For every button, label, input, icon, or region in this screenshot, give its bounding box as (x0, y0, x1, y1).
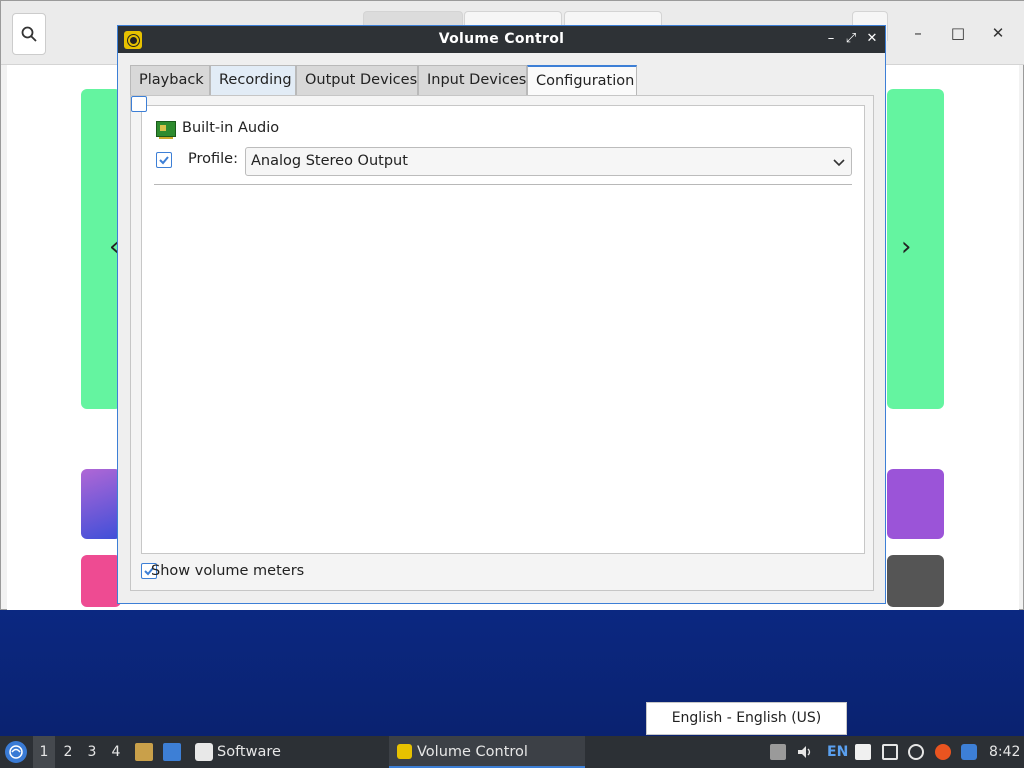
network-icon[interactable] (882, 744, 898, 760)
keyboard-layout-indicator[interactable]: EN (827, 736, 848, 768)
close-button[interactable]: ✕ (863, 30, 881, 48)
start-menu-button[interactable] (5, 741, 27, 763)
checkmark-icon (159, 156, 169, 165)
software-maximize-button[interactable]: □ (948, 23, 968, 43)
show-desktop-icon[interactable] (163, 743, 181, 761)
tab-playback[interactable]: Playback (130, 65, 210, 96)
profile-selected-value: Analog Stereo Output (251, 153, 408, 169)
workspace-3[interactable]: 3 (81, 736, 103, 768)
taskbar-app-label: Software (217, 744, 281, 760)
software-center-icon (195, 743, 213, 761)
chevron-down-icon (833, 159, 845, 167)
taskbar-app-label: Volume Control (417, 744, 528, 760)
featured-banner-right[interactable] (887, 89, 944, 409)
tab-configuration[interactable]: Configuration (527, 65, 637, 97)
configuration-panel: Built-in Audio Profile: Analog Stereo Ou… (130, 95, 874, 591)
workspace-4[interactable]: 4 (105, 736, 127, 768)
window-title: Volume Control (438, 31, 565, 47)
tray-expander-icon[interactable] (770, 744, 786, 760)
clipboard-icon[interactable] (855, 744, 871, 760)
divider (154, 184, 852, 185)
category-tile[interactable] (81, 555, 121, 607)
workspace-2[interactable]: 2 (57, 736, 79, 768)
search-button[interactable] (12, 13, 46, 55)
keyboard-layout-tooltip: English - English (US) (646, 702, 847, 735)
software-close-button[interactable]: ✕ (988, 23, 1008, 43)
tab-input-devices[interactable]: Input Devices (418, 65, 527, 96)
workspace-1[interactable]: 1 (33, 736, 55, 768)
volume-icon[interactable] (797, 744, 813, 760)
taskbar: 1 2 3 4 Software Volume Control EN 8:42 (0, 736, 1024, 768)
category-tile[interactable] (887, 555, 944, 607)
search-icon (21, 26, 37, 42)
clock[interactable]: 8:42 (989, 736, 1020, 768)
category-tile[interactable] (887, 469, 944, 539)
taskbar-app-volume-control[interactable]: Volume Control (389, 736, 585, 768)
carousel-next-button[interactable]: › (901, 232, 911, 262)
volume-control-icon (397, 744, 412, 759)
device-enabled-checkbox[interactable] (156, 152, 172, 168)
profile-label: Profile: (188, 151, 238, 167)
sound-card-icon (156, 121, 176, 139)
titlebar[interactable]: Volume Control – ⤢ ✕ (118, 26, 885, 53)
tab-recording[interactable]: Recording (210, 65, 296, 96)
minimize-button[interactable]: – (822, 30, 840, 48)
software-minimize-button[interactable]: – (908, 23, 928, 43)
device-list: Built-in Audio Profile: Analog Stereo Ou… (141, 105, 865, 554)
lubuntu-logo-icon (9, 745, 23, 759)
volume-control-window: Volume Control – ⤢ ✕ Playback Recording … (117, 25, 886, 604)
tab-output-devices[interactable]: Output Devices (296, 65, 418, 96)
file-manager-icon[interactable] (135, 743, 153, 761)
device-name: Built-in Audio (182, 120, 280, 136)
notification-icon[interactable] (961, 744, 977, 760)
maximize-button[interactable]: ⤢ (842, 30, 860, 48)
ubuntu-software-updater-icon[interactable] (935, 744, 951, 760)
show-volume-meters-label[interactable]: Show volume meters (151, 563, 304, 579)
category-tile[interactable] (81, 469, 121, 539)
taskbar-app-software[interactable]: Software (193, 736, 289, 768)
profile-select[interactable]: Analog Stereo Output (245, 147, 852, 176)
update-notifier-icon[interactable] (908, 744, 924, 760)
